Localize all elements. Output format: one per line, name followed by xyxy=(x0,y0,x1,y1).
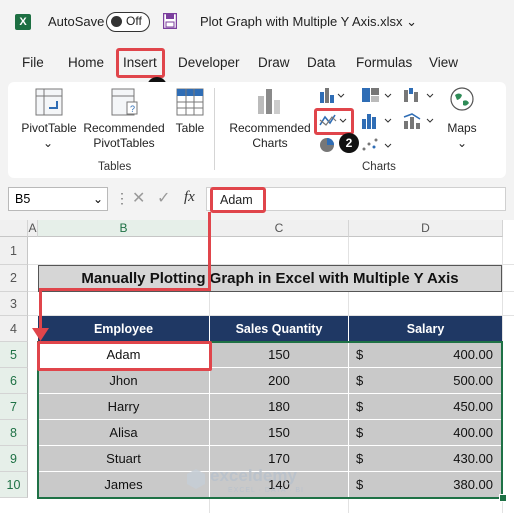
recommended-charts-line2: Charts xyxy=(252,136,288,150)
maps-button[interactable]: Maps xyxy=(444,121,480,136)
toggle-knob xyxy=(111,16,122,27)
header-salary[interactable]: Salary xyxy=(349,316,502,342)
recommended-charts-line1: Recommended xyxy=(229,121,311,135)
row-header-9[interactable]: 9 xyxy=(0,446,28,472)
pivot-table-icon xyxy=(35,88,63,116)
tab-home[interactable]: Home xyxy=(68,55,104,75)
row-header-7[interactable]: 7 xyxy=(0,394,28,420)
ribbon-separator xyxy=(214,88,215,170)
recommended-pivot-line1: Recommended xyxy=(83,121,165,135)
recommended-charts-button[interactable]: Recommended Charts xyxy=(226,121,314,151)
name-box-dropdown-icon[interactable]: ⌄ xyxy=(93,188,103,210)
name-box[interactable]: B5 ⌄ xyxy=(8,187,108,211)
recommended-pivot-button[interactable]: Recommended PivotTables xyxy=(80,121,168,151)
row-header-8[interactable]: 8 xyxy=(0,420,28,446)
column-header-d[interactable]: D xyxy=(349,220,503,237)
maps-dropdown-icon[interactable]: ⌄ xyxy=(454,136,470,151)
enter-icon[interactable]: ✓ xyxy=(157,188,170,208)
toggle-state: Off xyxy=(126,14,142,28)
pivot-table-button[interactable]: PivotTable xyxy=(17,121,81,136)
column-header-a[interactable]: A xyxy=(28,220,38,237)
header-employee[interactable]: Employee xyxy=(38,316,210,342)
hierarchy-chart-icon[interactable] xyxy=(360,86,394,104)
formula-value: Adam xyxy=(210,187,266,213)
formula-bar-dots-icon: ⋮ xyxy=(115,190,129,206)
line-chart-highlight xyxy=(314,108,354,135)
recommended-charts-icon xyxy=(258,89,280,114)
autosave-toggle[interactable]: Off xyxy=(106,12,150,32)
tables-group-label: Tables xyxy=(98,161,132,173)
tab-file[interactable]: File xyxy=(22,55,44,75)
annotation-arrow-line xyxy=(208,212,211,290)
excel-icon: X xyxy=(15,14,31,30)
insert-tab-highlight xyxy=(116,48,165,78)
recommended-pivot-line2: PivotTables xyxy=(93,136,155,150)
save-icon[interactable] xyxy=(163,13,177,29)
statistic-chart-icon[interactable] xyxy=(360,111,394,131)
annotation-arrow-line xyxy=(39,288,211,291)
cancel-icon[interactable]: ✕ xyxy=(132,188,145,208)
insert-function-icon[interactable]: fx xyxy=(184,189,195,206)
fill-handle[interactable] xyxy=(499,494,507,502)
step-badge-2: 2 xyxy=(339,133,359,153)
maps-icon xyxy=(450,87,474,111)
tab-draw[interactable]: Draw xyxy=(258,55,290,75)
row-header-5[interactable]: 5 xyxy=(0,342,28,368)
table-icon xyxy=(176,88,204,116)
row-header-6[interactable]: 6 xyxy=(0,368,28,394)
waterfall-chart-icon[interactable] xyxy=(402,86,436,104)
name-box-value: B5 xyxy=(15,192,31,206)
svg-text:?: ? xyxy=(130,104,135,114)
table-button[interactable]: Table xyxy=(172,121,208,136)
row-header-3[interactable]: 3 xyxy=(0,292,28,316)
tab-view[interactable]: View xyxy=(429,55,458,75)
tab-data[interactable]: Data xyxy=(307,55,336,75)
tab-developer[interactable]: Developer xyxy=(178,55,240,75)
annotation-arrow-head xyxy=(32,328,49,341)
file-title[interactable]: Plot Graph with Multiple Y Axis.xlsx ⌄ xyxy=(200,14,417,30)
autosave-label: AutoSave xyxy=(48,14,105,29)
annotation-arrow-line xyxy=(39,288,42,332)
pie-chart-icon[interactable] xyxy=(318,136,338,154)
tab-formulas[interactable]: Formulas xyxy=(356,55,412,75)
row-header-1[interactable]: 1 xyxy=(0,237,28,265)
watermark: exceldemy xyxy=(210,466,297,485)
header-sales-quantity[interactable]: Sales Quantity xyxy=(210,316,349,342)
column-header-b[interactable]: B xyxy=(38,220,210,237)
recommended-pivot-icon: ? xyxy=(111,88,138,116)
watermark-tagline: EXCEL · DATA · BI xyxy=(228,487,304,494)
active-cell-highlight xyxy=(37,341,212,371)
row-header-2[interactable]: 2 xyxy=(0,265,28,292)
scatter-chart-icon[interactable] xyxy=(360,136,394,154)
combo-chart-icon[interactable] xyxy=(402,111,436,131)
row-header-4[interactable]: 4 xyxy=(0,316,28,342)
row-header-10[interactable]: 10 xyxy=(0,472,28,498)
column-header-c[interactable]: C xyxy=(210,220,349,237)
select-all-corner[interactable] xyxy=(0,220,28,237)
column-chart-icon[interactable] xyxy=(318,86,346,104)
exceldemy-logo-icon xyxy=(187,469,205,489)
pivot-dropdown-icon[interactable]: ⌄ xyxy=(40,136,56,151)
charts-group-label: Charts xyxy=(362,161,396,173)
